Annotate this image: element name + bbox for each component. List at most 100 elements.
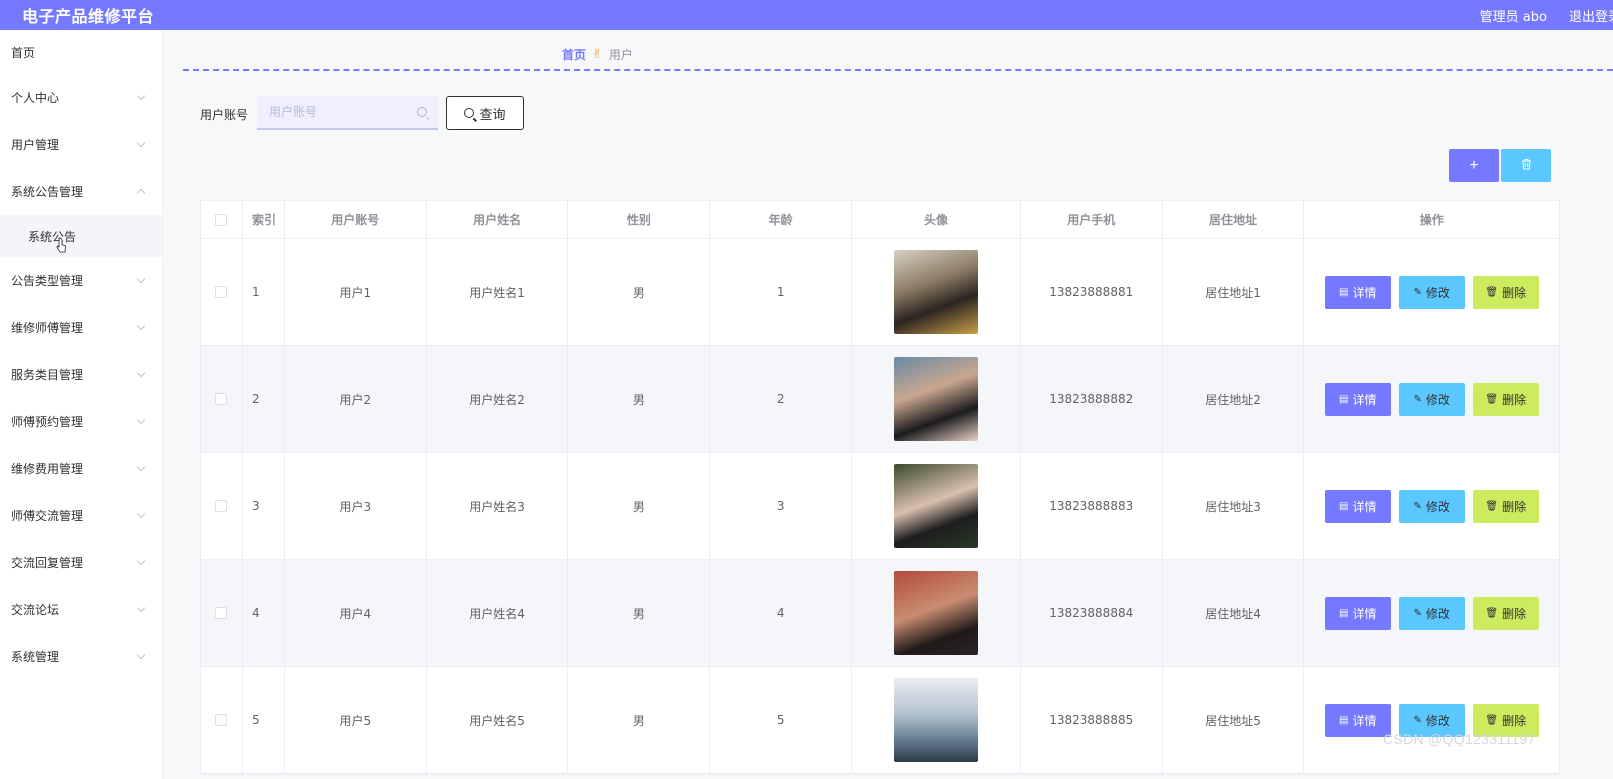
sidebar-item-profile[interactable]: 个人中心: [0, 74, 162, 121]
sidebar-item-exchange[interactable]: 师傅交流管理: [0, 492, 162, 539]
sidebar-item-technician[interactable]: 维修师傅管理: [0, 304, 162, 351]
sidebar-subitem-notice[interactable]: 系统公告: [0, 215, 162, 257]
sidebar-item-system[interactable]: 系统管理: [0, 633, 162, 680]
chevron-down-icon: [136, 368, 146, 378]
search-icon: [464, 108, 475, 118]
logout-link[interactable]: 退出登录: [1569, 6, 1613, 25]
cell-phone: 13823888882: [1021, 346, 1163, 452]
mouse-cursor-icon: [56, 237, 66, 253]
cell-account: 用户2: [285, 346, 427, 452]
cell-name: 用户姓名5: [427, 667, 569, 773]
app-title: 电子产品维修平台: [22, 7, 155, 26]
cell-account: 用户5: [285, 667, 427, 773]
edit-button[interactable]: ✎ 修改: [1398, 489, 1465, 523]
detail-button[interactable]: ▤ 详情: [1324, 489, 1391, 523]
column-header: 性别: [568, 201, 711, 238]
cell-name: 用户姓名3: [427, 453, 569, 559]
cell-address: 居住地址5: [1163, 667, 1305, 773]
row-checkbox[interactable]: [215, 393, 228, 405]
cell-age: 2: [710, 346, 853, 452]
column-header: 操作: [1419, 213, 1444, 227]
sidebar-item-booking[interactable]: 师傅预约管理: [0, 398, 162, 445]
cell-age: 1: [710, 239, 853, 345]
detail-button[interactable]: ▤ 详情: [1324, 275, 1391, 309]
detail-button[interactable]: ▤ 详情: [1324, 703, 1391, 737]
chevron-down-icon: [136, 321, 146, 331]
pencil-icon: ✎: [1413, 607, 1422, 619]
breadcrumb-current: 用户: [608, 48, 633, 62]
sidebar-item-reply[interactable]: 交流回复管理: [0, 539, 162, 586]
sidebar-item-forum[interactable]: 交流论坛: [0, 586, 162, 633]
trash-icon: 🗑: [1485, 393, 1499, 405]
pencil-icon: ✎: [1413, 500, 1422, 512]
main-content: 首页 ✌ 用户 用户账号 查询 + 索引 用户账号 用户姓名 性别 年龄 头像 …: [183, 30, 1613, 779]
column-header: 索引: [243, 201, 285, 238]
top-header: 电子产品维修平台 管理员 abo 退出登录: [0, 0, 1613, 30]
detail-button[interactable]: ▤ 详情: [1324, 596, 1391, 630]
cell-gender: 男: [568, 239, 711, 345]
trash-icon: 🗑: [1485, 500, 1499, 512]
cell-phone: 13823888885: [1021, 667, 1163, 773]
sidebar-item-service-category[interactable]: 服务类目管理: [0, 351, 162, 398]
cell-index: 4: [243, 560, 285, 666]
document-icon: ▤: [1339, 714, 1349, 726]
search-label: 用户账号: [200, 108, 249, 122]
row-checkbox[interactable]: [215, 607, 228, 619]
trash-icon: 🗑: [1485, 607, 1499, 619]
table-row: 4 用户4 用户姓名4 男 4 13823888884 居住地址4 ▤ 详情 ✎ 修…: [201, 560, 1559, 667]
cell-address: 居住地址3: [1163, 453, 1305, 559]
row-checkbox[interactable]: [215, 714, 228, 726]
search-input[interactable]: [257, 96, 438, 130]
cell-gender: 男: [568, 346, 711, 452]
chevron-down-icon: [136, 274, 146, 284]
user-table: 索引 用户账号 用户姓名 性别 年龄 头像 用户手机 居住地址 操作 1 用户1…: [200, 200, 1560, 775]
column-header: 居住地址: [1163, 201, 1305, 238]
sidebar: 首页 个人中心 用户管理 系统公告管理 系统公告 公告类型管理 维修师傅管理 服…: [0, 30, 163, 779]
cell-age: 4: [710, 560, 853, 666]
cell-index: 5: [243, 667, 285, 773]
cell-address: 居住地址2: [1163, 346, 1305, 452]
chevron-down-icon: [136, 138, 146, 148]
detail-button[interactable]: ▤ 详情: [1324, 382, 1391, 416]
current-user: 管理员 abo: [1479, 9, 1547, 25]
select-all-checkbox[interactable]: [215, 213, 228, 226]
column-header: 用户姓名: [427, 201, 569, 238]
edit-button[interactable]: ✎ 修改: [1398, 382, 1465, 416]
delete-button[interactable]: 🗑 删除: [1472, 275, 1539, 309]
cell-phone: 13823888881: [1021, 239, 1163, 345]
trash-icon: [1521, 159, 1531, 170]
trash-icon: 🗑: [1485, 286, 1499, 298]
sidebar-item-user-management[interactable]: 用户管理: [0, 121, 162, 168]
sidebar-item-notice-management[interactable]: 系统公告管理: [0, 168, 162, 215]
add-button[interactable]: +: [1449, 149, 1499, 182]
delete-button[interactable]: 🗑 删除: [1472, 382, 1539, 416]
hand-icon: ✌: [592, 47, 603, 62]
cell-phone: 13823888884: [1021, 560, 1163, 666]
cell-name: 用户姓名2: [427, 346, 569, 452]
cell-index: 2: [243, 346, 285, 452]
chevron-down-icon: [136, 650, 146, 660]
sidebar-item-home[interactable]: 首页: [0, 30, 162, 74]
breadcrumb-home[interactable]: 首页: [562, 46, 586, 63]
batch-delete-button[interactable]: [1501, 149, 1551, 182]
delete-button[interactable]: 🗑 删除: [1472, 489, 1539, 523]
edit-button[interactable]: ✎ 修改: [1398, 596, 1465, 630]
document-icon: ▤: [1339, 500, 1349, 512]
delete-button[interactable]: 🗑 删除: [1472, 596, 1539, 630]
pencil-icon: ✎: [1413, 714, 1422, 726]
row-checkbox[interactable]: [215, 286, 228, 298]
table-row: 1 用户1 用户姓名1 男 1 13823888881 居住地址1 ▤ 详情 ✎ 修…: [201, 239, 1559, 346]
pencil-icon: ✎: [1413, 393, 1422, 405]
cell-gender: 男: [568, 667, 711, 773]
table-header: 索引 用户账号 用户姓名 性别 年龄 头像 用户手机 居住地址 操作: [201, 201, 1559, 239]
column-header: 头像: [852, 201, 1021, 238]
edit-button[interactable]: ✎ 修改: [1398, 275, 1465, 309]
table-row: 3 用户3 用户姓名3 男 3 13823888883 居住地址3 ▤ 详情 ✎ 修…: [201, 453, 1559, 560]
cell-name: 用户姓名4: [427, 560, 569, 666]
sidebar-item-fee[interactable]: 维修费用管理: [0, 445, 162, 492]
sidebar-item-notice-type[interactable]: 公告类型管理: [0, 257, 162, 304]
avatar: [893, 250, 978, 334]
query-button[interactable]: 查询: [446, 96, 524, 130]
chevron-up-icon: [136, 188, 146, 198]
row-checkbox[interactable]: [215, 500, 228, 512]
